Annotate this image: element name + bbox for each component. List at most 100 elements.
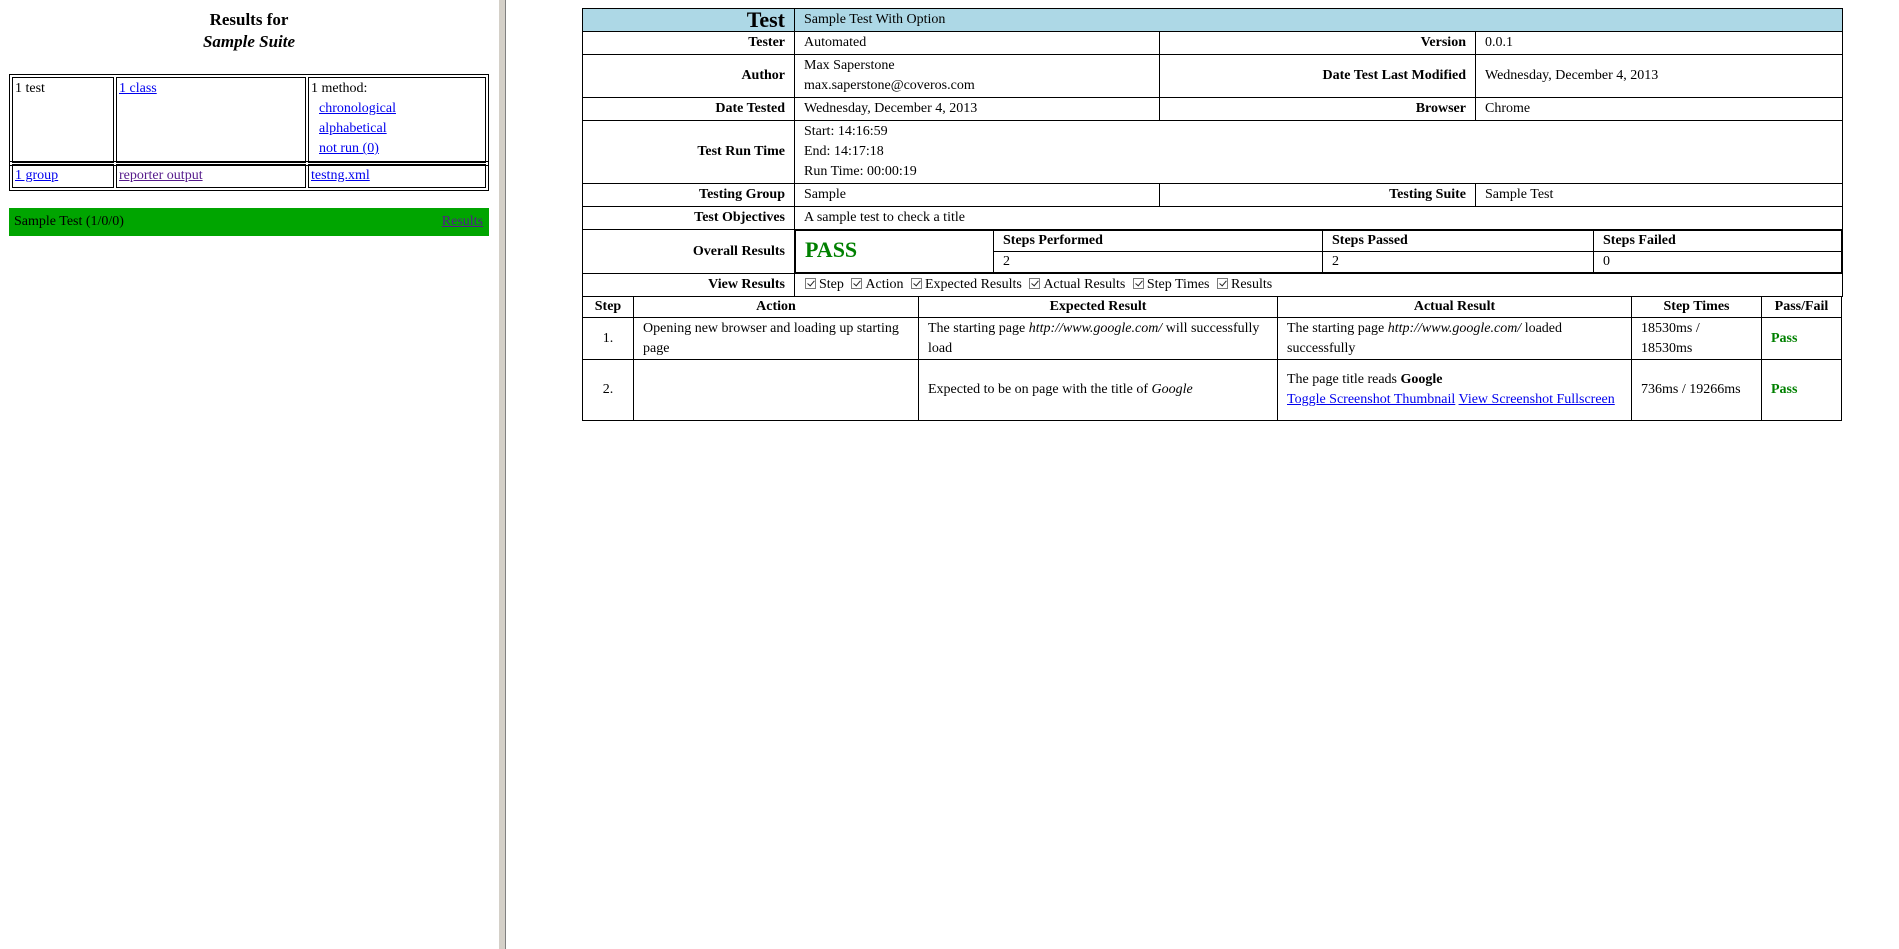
steps-header-row: Step Action Expected Result Actual Resul…	[582, 296, 1842, 318]
step-expected: The starting page http://www.google.com/…	[918, 317, 1278, 360]
title-label: Test	[582, 8, 795, 32]
run-time-label: Test Run Time	[582, 120, 795, 184]
view-results-label: View Results	[582, 273, 795, 297]
tester-label: Tester	[582, 31, 795, 55]
summary-table: 1 test 1 class 1 method: chronological a…	[9, 74, 489, 166]
step-action	[633, 359, 919, 421]
steps-failed-label: Steps Failed	[1592, 230, 1843, 252]
toggle-action[interactable]: Action	[847, 277, 904, 292]
toggle-results[interactable]: Results	[1213, 277, 1272, 292]
version-value: 0.0.1	[1474, 31, 1844, 55]
header-actual: Actual Result	[1277, 296, 1632, 318]
test-title: Sample Test With Option	[793, 8, 1844, 32]
report-title-row: Test Sample Test With Option	[582, 8, 1844, 32]
toggle-step-times[interactable]: Step Times	[1129, 277, 1210, 292]
step-number: 1.	[582, 317, 634, 360]
methods-label: 1 method:	[311, 81, 368, 96]
date-tested-value: Wednesday, December 4, 2013	[794, 97, 1160, 121]
table-row: 2. Expected to be on page with the title…	[582, 359, 1842, 421]
overall-pass: PASS	[805, 236, 858, 262]
methods-cell: 1 method: chronological alphabetical not…	[308, 77, 486, 163]
expected-url: http://www.google.com/	[1028, 320, 1163, 336]
steps-passed-value: 2	[1322, 251, 1594, 273]
browser-label: Browser	[1159, 97, 1476, 121]
not-run-link[interactable]: not run (0)	[311, 139, 483, 159]
suite-title-label: Results for	[209, 10, 289, 29]
suite-value: Sample Test	[1474, 183, 1844, 207]
chronological-link[interactable]: chronological	[311, 99, 483, 119]
step-result: Pass	[1761, 359, 1842, 421]
step-result: Pass	[1761, 317, 1842, 360]
end-time: End: 14:17:18	[804, 144, 884, 159]
actual-title: Google	[1400, 372, 1443, 387]
objectives-label: Test Objectives	[582, 206, 795, 230]
testng-cell: testng.xml	[308, 164, 486, 188]
actual-url: http://www.google.com/	[1387, 320, 1522, 336]
steps-table: Step Action Expected Result Actual Resul…	[582, 296, 1842, 421]
suite-title: Results for Sample Suite	[0, 9, 498, 53]
date-tested-label: Date Tested	[582, 97, 795, 121]
results-link[interactable]: Results	[442, 212, 483, 232]
table-row: 1. Opening new browser and loading up st…	[582, 317, 1842, 360]
author-email: max.saperstone@coveros.com	[804, 78, 975, 93]
step-times: 18530ms / 18530ms	[1631, 317, 1762, 360]
header-pass-fail: Pass/Fail	[1761, 296, 1842, 318]
last-modified-value: Wednesday, December 4, 2013	[1474, 54, 1844, 98]
step-number: 2.	[582, 359, 634, 421]
test-count: 1 test	[12, 77, 114, 163]
browser-value: Chrome	[1474, 97, 1844, 121]
suite-name: Sample Suite	[202, 32, 296, 51]
frame-splitter[interactable]	[498, 0, 506, 949]
header-step: Step	[582, 296, 634, 318]
start-time: Start: 14:16:59	[804, 124, 888, 139]
checkbox-icon[interactable]	[1029, 278, 1041, 289]
groups-link[interactable]: 1 group	[15, 168, 58, 183]
test-name: Sample Test (1/0/0)	[14, 214, 124, 229]
checkbox-icon[interactable]	[911, 278, 922, 289]
suite-label: Testing Suite	[1159, 183, 1476, 207]
author-label: Author	[582, 54, 795, 98]
groups-cell: 1 group	[12, 164, 114, 188]
tester-value: Automated	[794, 31, 1160, 55]
checkbox-icon[interactable]	[1132, 278, 1144, 289]
steps-passed-label: Steps Passed	[1322, 230, 1594, 252]
checkbox-icon[interactable]	[805, 278, 816, 289]
last-modified-label: Date Test Last Modified	[1159, 54, 1476, 98]
toggle-screenshot-thumbnail-link[interactable]: Toggle Screenshot Thumbnail	[1287, 392, 1455, 407]
classes-link[interactable]: 1 class	[119, 81, 157, 96]
view-results-toggles: Step Action Expected Results Actual Resu…	[793, 273, 1844, 297]
overall-results-table: PASS Steps Performed Steps Passed Steps …	[795, 230, 1843, 273]
alphabetical-link[interactable]: alphabetical	[311, 119, 483, 139]
report-header-table: Test Sample Test With Option Tester Auto…	[582, 8, 1844, 297]
overall-results-cell: PASS Steps Performed Steps Passed Steps …	[793, 229, 1844, 274]
test-result-bar: Sample Test (1/0/0) Results	[9, 208, 489, 236]
steps-performed-label: Steps Performed	[993, 230, 1323, 252]
testng-xml-link[interactable]: testng.xml	[311, 168, 370, 183]
step-actual: The page title reads Google Toggle Scree…	[1277, 359, 1632, 421]
reporter-cell: reporter output	[116, 164, 306, 188]
steps-failed-value: 0	[1592, 251, 1843, 273]
header-step-times: Step Times	[1631, 296, 1762, 318]
reporter-output-link[interactable]: reporter output	[119, 168, 203, 183]
author-name: Max Saperstone	[804, 58, 895, 73]
steps-performed-value: 2	[993, 251, 1323, 273]
step-expected: Expected to be on page with the title of…	[918, 359, 1278, 421]
header-action: Action	[633, 296, 919, 318]
total-run-time: Run Time: 00:00:19	[804, 164, 917, 179]
summary-links-table: 1 group reporter output testng.xml	[9, 161, 489, 191]
group-label: Testing Group	[582, 183, 795, 207]
view-screenshot-fullscreen-link[interactable]: View Screenshot Fullscreen	[1459, 392, 1615, 407]
step-times: 736ms / 19266ms	[1631, 359, 1762, 421]
toggle-step[interactable]: Step	[801, 277, 844, 292]
expected-title: Google	[1151, 382, 1193, 397]
objectives-value: A sample test to check a title	[793, 206, 1844, 230]
step-actual: The starting page http://www.google.com/…	[1277, 317, 1632, 360]
step-action: Opening new browser and loading up start…	[633, 317, 919, 360]
version-label: Version	[1159, 31, 1476, 55]
checkbox-icon[interactable]	[851, 278, 863, 289]
checkbox-icon[interactable]	[1217, 278, 1228, 289]
toggle-expected-results[interactable]: Expected Results	[907, 277, 1022, 292]
toggle-actual-results[interactable]: Actual Results	[1025, 277, 1125, 292]
test-report: Test Sample Test With Option Tester Auto…	[582, 8, 1844, 421]
overall-status: PASS	[795, 230, 994, 273]
